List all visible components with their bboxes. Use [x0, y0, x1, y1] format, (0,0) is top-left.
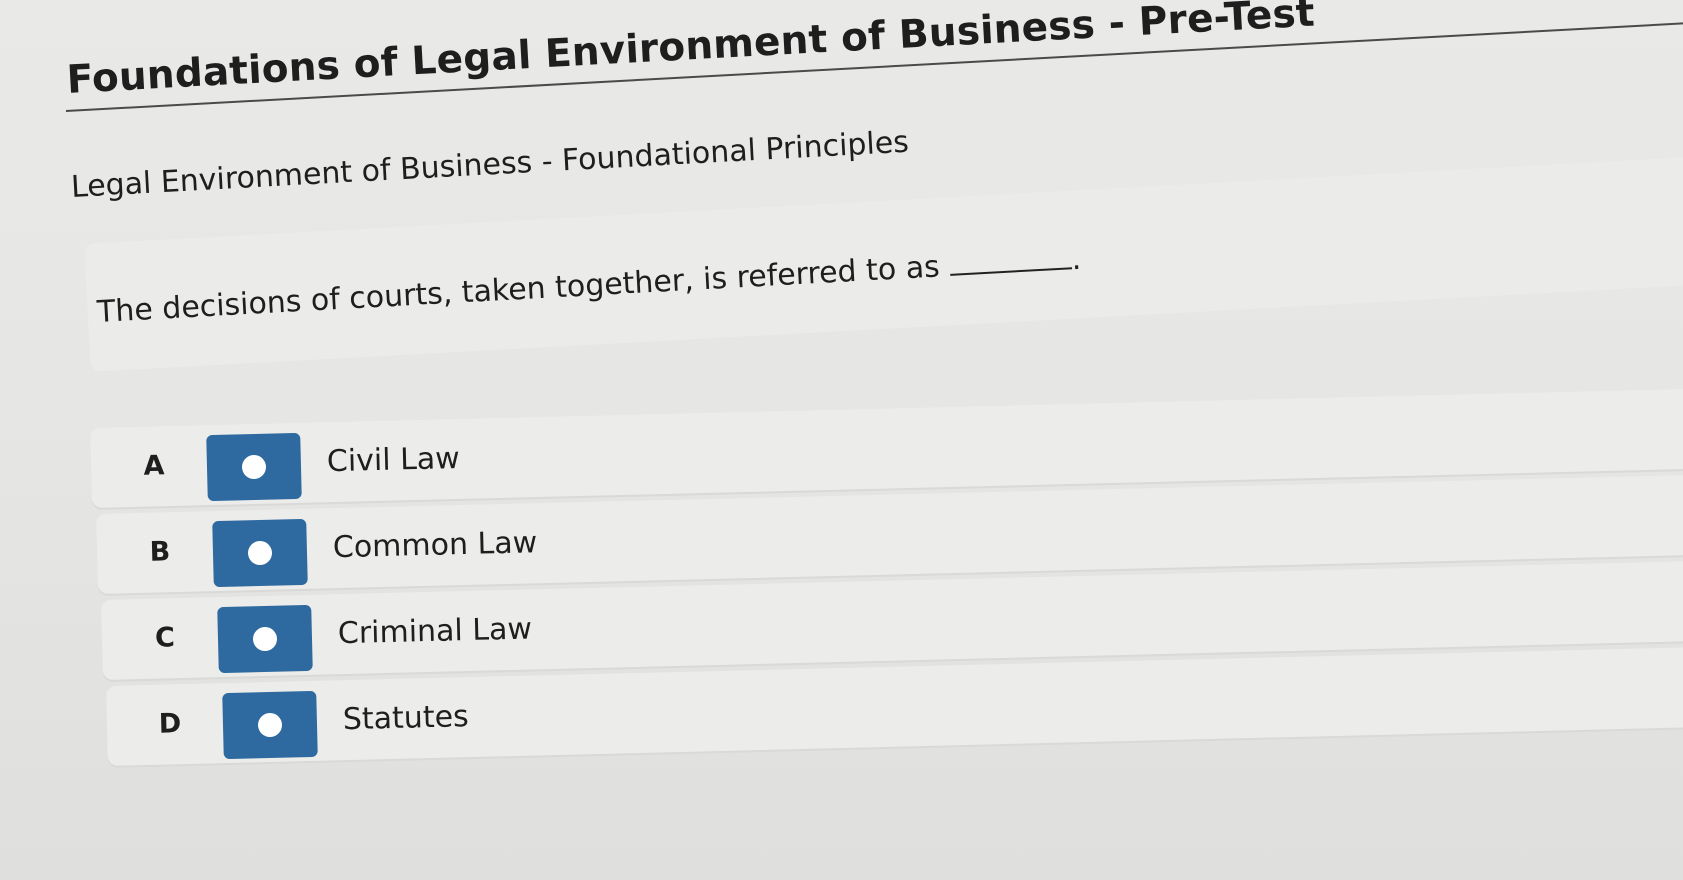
- option-b-label: Common Law: [332, 525, 538, 566]
- option-c-label: Criminal Law: [337, 611, 533, 652]
- screen: Foundations of Legal Environment of Busi…: [0, 0, 1683, 880]
- option-b-radio-button[interactable]: [212, 518, 308, 588]
- option-d-radio-button[interactable]: [222, 690, 318, 760]
- option-letter: A: [143, 450, 165, 482]
- option-a-label: Civil Law: [326, 440, 461, 480]
- radio-circle-icon: [252, 626, 278, 652]
- radio-circle-icon: [247, 540, 273, 566]
- option-a-radio-button[interactable]: [206, 432, 302, 502]
- option-letter: C: [154, 622, 176, 654]
- radio-circle-icon: [241, 454, 267, 480]
- option-letter: B: [149, 536, 171, 568]
- option-letter: D: [158, 708, 182, 740]
- answer-options: A Civil Law B Common Law C Criminal Law …: [0, 0, 1683, 880]
- option-c-radio-button[interactable]: [217, 604, 313, 674]
- option-d-label: Statutes: [342, 699, 470, 738]
- radio-circle-icon: [257, 712, 283, 738]
